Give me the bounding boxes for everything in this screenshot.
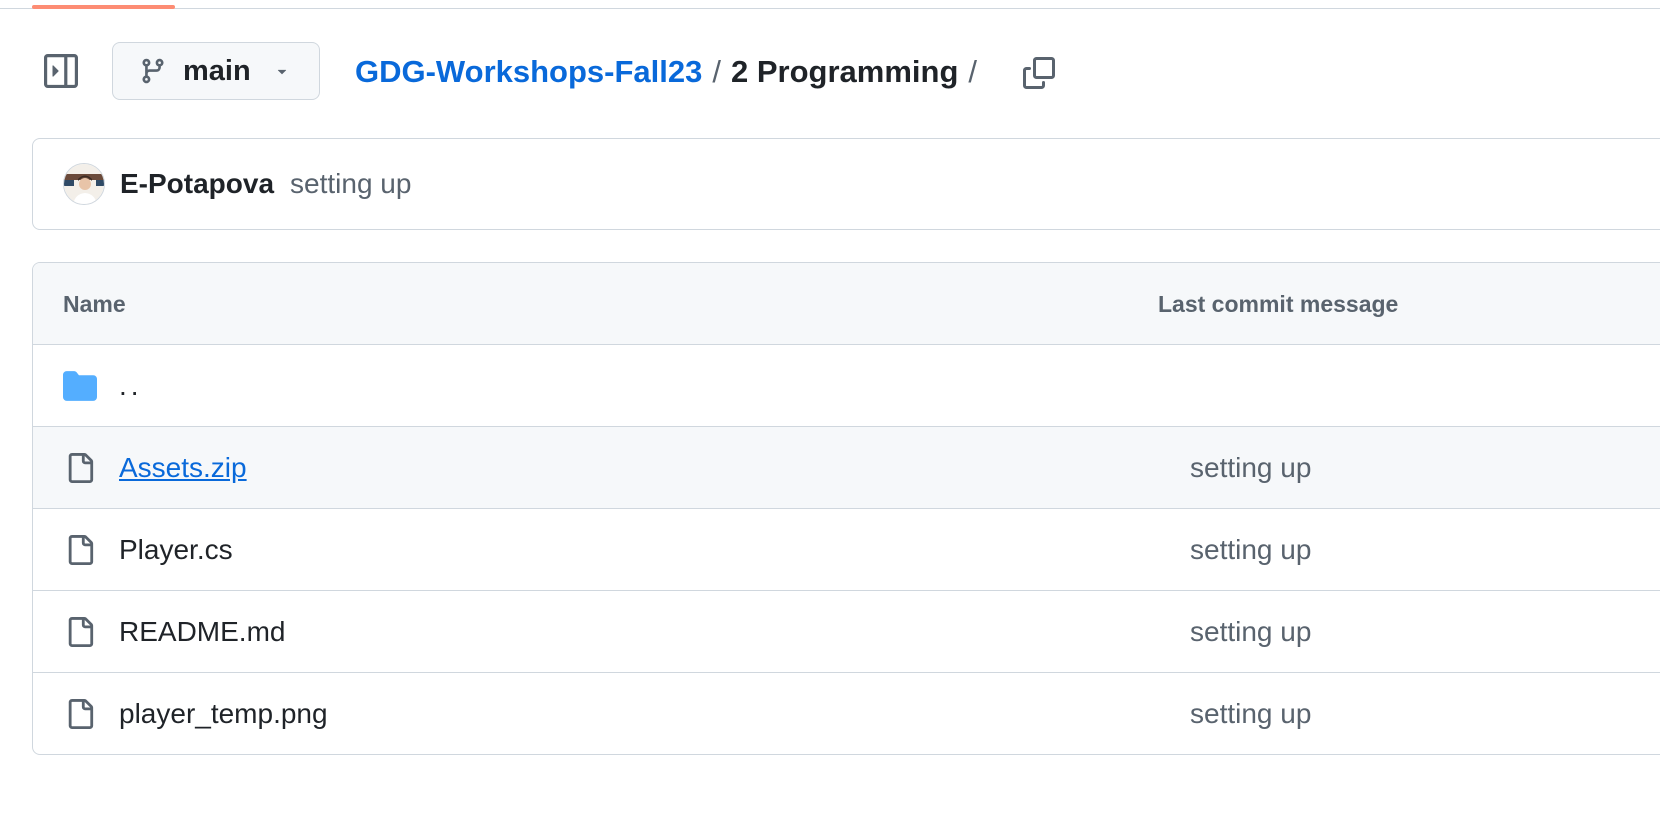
breadcrumb-current-folder: 2 Programming <box>731 54 959 89</box>
table-row[interactable]: Player.cs setting up <box>33 509 1660 591</box>
chevron-down-icon <box>273 62 291 80</box>
file-icon <box>63 673 97 754</box>
file-icon <box>63 509 97 591</box>
table-row[interactable]: README.md setting up <box>33 591 1660 673</box>
branch-name: main <box>183 54 251 87</box>
file-icon <box>63 427 97 509</box>
file-navigation-header: main GDG-Workshops-Fall23 / 2 Programmin… <box>0 40 1660 100</box>
copy-icon <box>1023 57 1055 89</box>
file-commit-message[interactable]: setting up <box>1190 509 1311 591</box>
file-commit-message[interactable]: setting up <box>1190 591 1311 673</box>
latest-commit-box: E-Potapova setting up <box>32 138 1660 230</box>
branch-selector-button[interactable]: main <box>112 42 320 100</box>
avatar[interactable] <box>63 163 105 205</box>
file-link[interactable]: player_temp.png <box>119 673 328 754</box>
breadcrumb-trailing-separator: / <box>968 54 978 89</box>
expand-file-tree-button[interactable] <box>40 50 82 92</box>
column-header-last-commit: Last commit message <box>1158 291 1399 317</box>
commit-message-link[interactable]: setting up <box>290 168 411 200</box>
parent-directory-link[interactable]: .. <box>119 345 143 427</box>
file-link[interactable]: Assets.zip <box>119 427 247 509</box>
page-load-progress <box>32 5 175 9</box>
folder-icon <box>63 345 97 427</box>
breadcrumb: GDG-Workshops-Fall23 / 2 Programming / <box>355 52 987 92</box>
table-header: Name Last commit message <box>33 263 1660 345</box>
table-row[interactable]: player_temp.png setting up <box>33 673 1660 754</box>
file-commit-message[interactable]: setting up <box>1190 673 1311 754</box>
file-icon <box>63 591 97 673</box>
copy-path-button[interactable] <box>1016 50 1062 96</box>
commit-author-link[interactable]: E-Potapova <box>120 168 274 200</box>
file-table: Name Last commit message .. Assets.zip s… <box>32 262 1660 755</box>
table-row-parent-directory[interactable]: .. <box>33 345 1660 427</box>
table-row[interactable]: Assets.zip setting up <box>33 427 1660 509</box>
breadcrumb-repo-link[interactable]: GDG-Workshops-Fall23 <box>355 54 702 90</box>
page-load-bar <box>0 0 1660 9</box>
file-commit-message[interactable]: setting up <box>1190 427 1311 509</box>
breadcrumb-separator: / <box>712 54 721 89</box>
sidebar-expand-icon <box>44 54 78 88</box>
file-link[interactable]: Player.cs <box>119 509 233 591</box>
git-branch-icon <box>142 58 164 84</box>
column-header-name: Name <box>63 291 126 317</box>
file-link[interactable]: README.md <box>119 591 285 673</box>
